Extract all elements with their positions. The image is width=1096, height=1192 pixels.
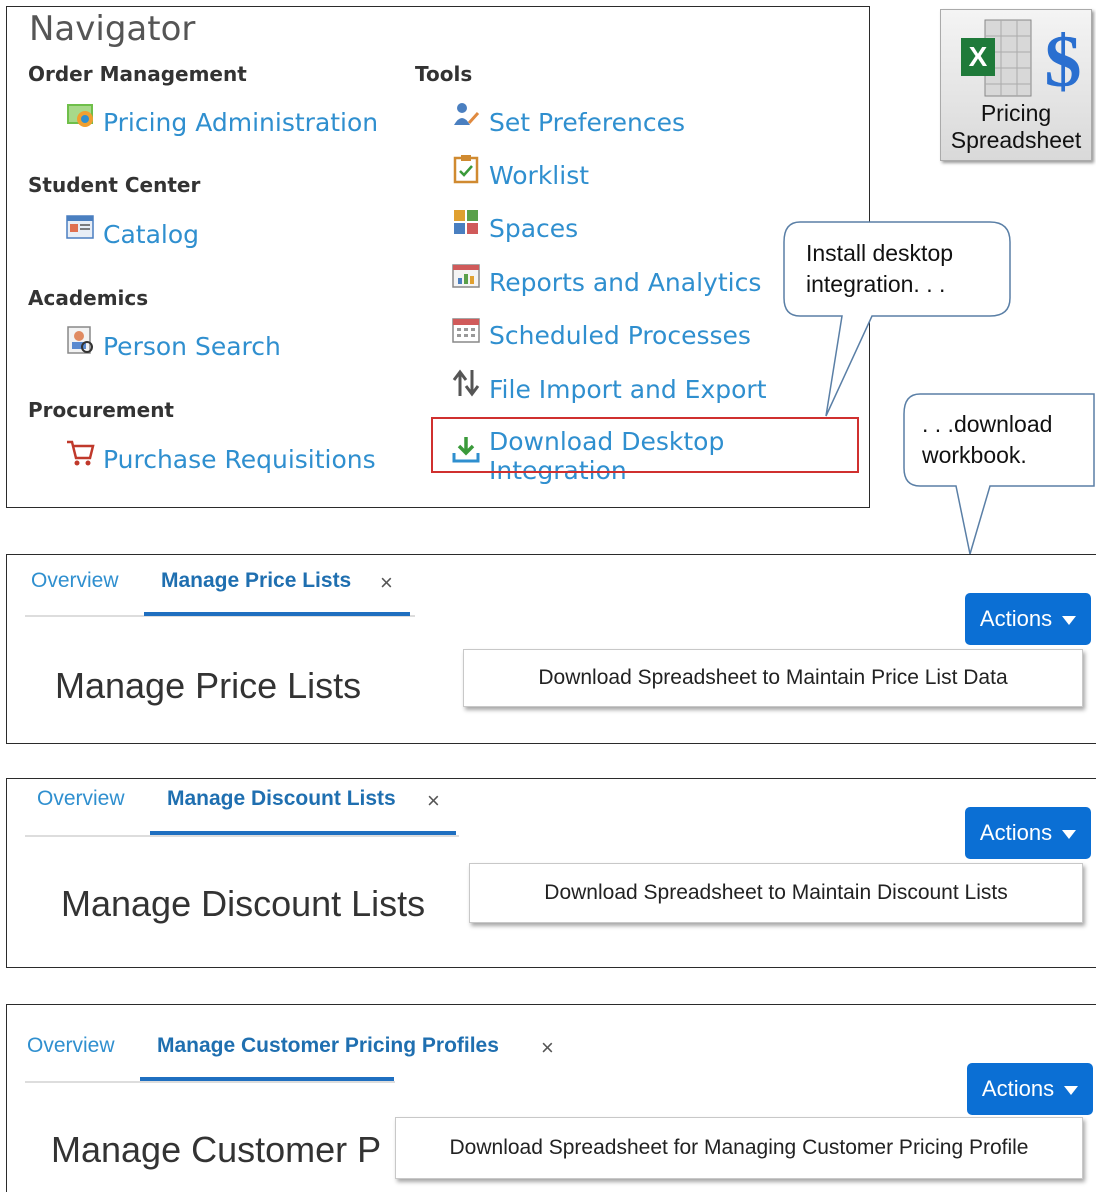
highlight-box	[431, 417, 859, 473]
section-tools: Tools	[415, 62, 473, 86]
panel-manage-price-lists: Overview Manage Price Lists × Manage Pri…	[6, 554, 1096, 744]
callout-install-line1: Install desktop	[806, 240, 954, 266]
close-icon[interactable]: ×	[541, 1035, 554, 1061]
nav-item-label: Catalog	[103, 219, 200, 249]
reports-icon	[451, 261, 481, 291]
panel-manage-customer-pricing-profiles: Overview Manage Customer Pricing Profile…	[6, 1004, 1096, 1192]
person-search-icon	[65, 325, 95, 355]
preferences-icon	[451, 101, 481, 131]
nav-item-label: Set Preferences	[489, 107, 686, 137]
navigator-panel: Navigator Order Management Pricing Admin…	[6, 6, 870, 508]
pricing-spreadsheet-tile[interactable]: X $ Pricing Spreadsheet	[940, 9, 1092, 161]
nav-item-label: Purchase Requisitions	[103, 444, 376, 474]
actions-label: Actions	[979, 820, 1053, 845]
actions-button[interactable]: Actions	[967, 1063, 1093, 1115]
svg-text:$: $	[1045, 21, 1082, 102]
nav-item-file-import-and-export[interactable]: File Import and Export	[451, 369, 767, 404]
spreadsheet-icon: X $	[961, 19, 1082, 102]
nav-item-label: File Import and Export	[489, 374, 767, 404]
nav-item-label: Person Search	[103, 331, 281, 361]
actions-button[interactable]: Actions	[965, 593, 1091, 645]
tile-label-line1: Pricing	[980, 100, 1052, 126]
section-student-center: Student Center	[28, 173, 201, 197]
nav-item-label: Spaces	[489, 213, 579, 243]
page-title: Manage Price Lists	[55, 665, 362, 706]
callout-download-line1: . . .download	[922, 411, 1053, 437]
tab-manage-customer-pricing-profiles[interactable]: Manage Customer Pricing Profiles	[157, 1034, 499, 1058]
callout-install-text: Install desktop integration. . .	[806, 238, 953, 300]
nav-item-catalog[interactable]: Catalog	[65, 215, 200, 249]
section-academics: Academics	[28, 286, 149, 310]
close-icon[interactable]: ×	[380, 570, 393, 596]
callout-install-line2: integration. . .	[806, 271, 946, 297]
close-icon[interactable]: ×	[427, 788, 440, 814]
spaces-icon	[451, 207, 481, 237]
calendar-icon	[451, 314, 481, 344]
tab-rule	[25, 835, 459, 837]
tab-overview[interactable]: Overview	[31, 569, 119, 593]
active-tab-underline	[150, 831, 456, 835]
menu-item-download-discount-lists[interactable]: Download Spreadsheet to Maintain Discoun…	[469, 863, 1083, 923]
actions-label: Actions	[981, 1076, 1055, 1101]
svg-text:X: X	[969, 41, 988, 72]
nav-item-pricing-administration[interactable]: Pricing Administration	[65, 104, 379, 137]
actions-label: Actions	[979, 606, 1053, 631]
chevron-down-icon	[1062, 616, 1077, 625]
nav-item-scheduled-processes[interactable]: Scheduled Processes	[451, 318, 751, 350]
tab-overview[interactable]: Overview	[27, 1034, 115, 1058]
menu-item-download-customer-pricing-profile[interactable]: Download Spreadsheet for Managing Custom…	[395, 1117, 1083, 1179]
tile-label: Pricing Spreadsheet	[941, 100, 1091, 154]
nav-item-person-search[interactable]: Person Search	[65, 326, 281, 361]
actions-button[interactable]: Actions	[965, 807, 1091, 859]
chevron-down-icon	[1064, 1086, 1079, 1095]
tab-overview[interactable]: Overview	[37, 787, 125, 811]
active-tab-underline	[144, 612, 410, 616]
page-title: Manage Discount Lists	[61, 883, 426, 924]
active-tab-underline	[140, 1077, 394, 1081]
callout-download-line2: workbook.	[922, 442, 1027, 468]
tab-rule	[25, 1081, 395, 1083]
section-procurement: Procurement	[28, 398, 174, 422]
chevron-down-icon	[1062, 830, 1077, 839]
nav-item-label: Worklist	[489, 160, 590, 190]
catalog-icon	[65, 213, 95, 243]
panel-manage-discount-lists: Overview Manage Discount Lists × Manage …	[6, 778, 1096, 968]
tab-manage-price-lists[interactable]: Manage Price Lists	[161, 569, 351, 593]
navigator-title: Navigator	[29, 9, 196, 49]
callout-download-text: . . .download workbook.	[922, 409, 1052, 471]
import-export-icon	[451, 368, 481, 398]
page-title: Manage Customer P	[51, 1129, 382, 1170]
cart-icon	[65, 438, 95, 468]
nav-item-label: Pricing Administration	[103, 107, 379, 137]
nav-item-purchase-requisitions[interactable]: Purchase Requisitions	[65, 440, 376, 474]
tile-label-line2: Spreadsheet	[950, 127, 1082, 153]
nav-item-set-preferences[interactable]: Set Preferences	[451, 103, 686, 137]
nav-item-label: Scheduled Processes	[489, 320, 751, 350]
worklist-icon	[451, 154, 481, 184]
menu-item-download-price-list[interactable]: Download Spreadsheet to Maintain Price L…	[463, 649, 1083, 707]
tab-manage-discount-lists[interactable]: Manage Discount Lists	[167, 787, 396, 811]
nav-item-reports-and-analytics[interactable]: Reports and Analytics	[451, 264, 762, 297]
section-order-management: Order Management	[28, 62, 247, 86]
pricing-admin-icon	[65, 101, 95, 131]
nav-item-worklist[interactable]: Worklist	[451, 155, 590, 190]
nav-item-spaces[interactable]: Spaces	[451, 210, 579, 243]
nav-item-label: Reports and Analytics	[489, 267, 762, 297]
